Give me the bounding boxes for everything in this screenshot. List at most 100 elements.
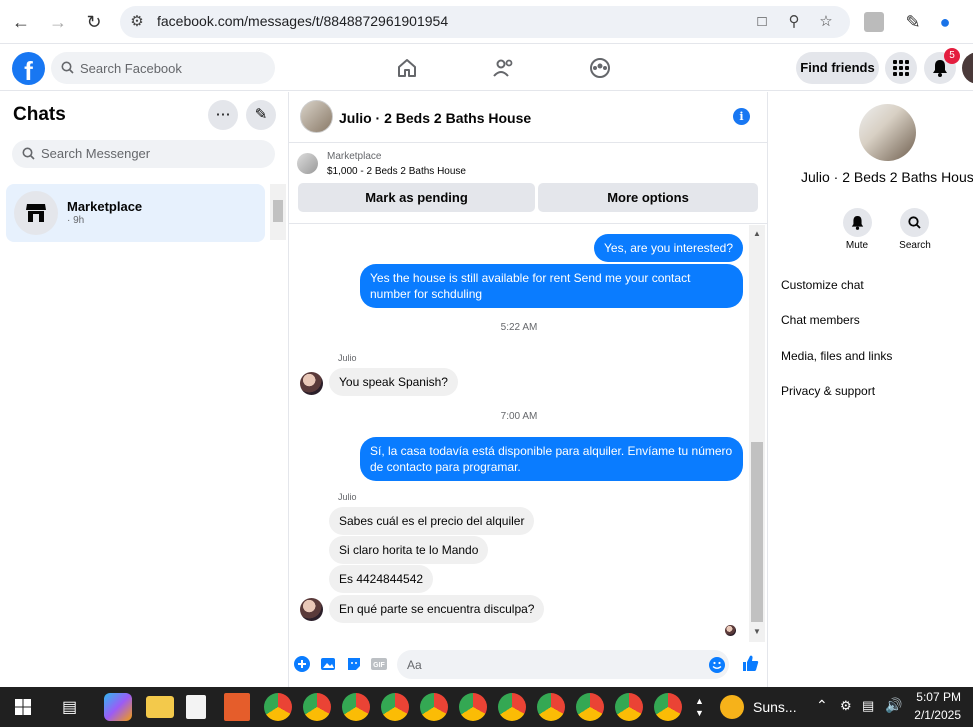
- sender-avatar[interactable]: [300, 372, 323, 395]
- chrome-icon[interactable]: [498, 693, 526, 721]
- install-app-icon[interactable]: □: [753, 13, 771, 31]
- zoom-icon[interactable]: ⚲: [785, 13, 803, 31]
- system-tray-icon[interactable]: ⚙: [840, 698, 852, 714]
- windows-start-icon[interactable]: [15, 699, 31, 715]
- message-input[interactable]: Aa: [397, 650, 729, 679]
- chat-list-scrollbar[interactable]: [270, 184, 286, 240]
- volume-icon[interactable]: 🔊: [885, 697, 902, 714]
- chrome-icon[interactable]: [576, 693, 604, 721]
- notification-badge: 5: [944, 48, 960, 64]
- search-in-conversation-button[interactable]: [900, 208, 929, 237]
- weather-text[interactable]: Suns...: [753, 699, 797, 715]
- chrome-icon[interactable]: [264, 693, 292, 721]
- profile-avatar[interactable]: [962, 52, 973, 84]
- conversation-large-avatar[interactable]: [859, 104, 916, 161]
- listing-price-title[interactable]: $1,000 - 2 Beds 2 Baths House: [327, 166, 466, 177]
- chrome-icon[interactable]: [459, 693, 487, 721]
- windows-taskbar: ▤ ▲ ▼ Suns... ⌃ ⚙ ▤ 🔊 5:07 PM 2/1/2025: [0, 687, 973, 727]
- facebook-search-placeholder: Search Facebook: [80, 61, 182, 76]
- scrollbar-thumb[interactable]: [273, 200, 283, 222]
- thumbs-up-icon[interactable]: [741, 654, 759, 672]
- mark-as-pending-button[interactable]: Mark as pending: [298, 183, 535, 212]
- account-icon[interactable]: ●: [933, 10, 957, 34]
- emoji-icon[interactable]: [709, 657, 725, 673]
- copilot-icon[interactable]: [104, 693, 132, 721]
- search-icon: [61, 61, 74, 74]
- message-outgoing: Yes, are you interested?: [594, 234, 743, 262]
- extensions-icon[interactable]: ✎: [901, 10, 925, 34]
- new-message-button[interactable]: ✎: [246, 100, 276, 130]
- facebook-navbar: f Search Facebook Find friends: [0, 45, 973, 91]
- menu-privacy-support[interactable]: Privacy & support: [781, 384, 875, 398]
- menu-media-files-links[interactable]: Media, files and links: [781, 349, 892, 363]
- timestamp-separator: 5:22 AM: [500, 322, 538, 333]
- network-icon[interactable]: ▤: [862, 698, 874, 714]
- search-icon: [908, 216, 921, 229]
- taskbar-clock-time[interactable]: 5:07 PM: [915, 690, 961, 704]
- listing-thumbnail[interactable]: [297, 153, 318, 174]
- photo-icon[interactable]: [320, 656, 336, 672]
- scroll-down-icon[interactable]: ▼: [753, 627, 761, 636]
- conversation-title[interactable]: Julio · 2 Beds 2 Baths House: [339, 110, 531, 126]
- facebook-search-input[interactable]: Search Facebook: [51, 52, 275, 84]
- gif-icon[interactable]: GIF: [371, 656, 387, 672]
- sticker-icon[interactable]: [346, 656, 362, 672]
- menu-chat-members[interactable]: Chat members: [781, 313, 860, 327]
- notepad-icon[interactable]: [186, 695, 206, 719]
- search-icon: [22, 147, 35, 160]
- plus-circle-icon[interactable]: [294, 656, 310, 672]
- profile-extension-icon[interactable]: [864, 12, 884, 32]
- find-friends-button[interactable]: Find friends: [796, 52, 879, 84]
- conversation-avatar[interactable]: [300, 100, 333, 133]
- task-view-icon[interactable]: ▤: [62, 697, 77, 717]
- chat-list-item[interactable]: Marketplace · 9h: [6, 184, 265, 242]
- facebook-logo-icon[interactable]: f: [12, 52, 45, 85]
- info-icon[interactable]: i: [733, 108, 750, 125]
- friends-icon[interactable]: [492, 56, 516, 80]
- chrome-icon[interactable]: [654, 693, 682, 721]
- chrome-icon[interactable]: [420, 693, 448, 721]
- weather-sun-icon[interactable]: [720, 695, 744, 719]
- bookmark-star-icon[interactable]: ☆: [817, 13, 835, 31]
- address-bar[interactable]: ⚙ facebook.com/messages/t/88488729619019…: [120, 6, 850, 38]
- message-outgoing: Sí, la casa todavía está disponible para…: [360, 437, 743, 481]
- home-icon[interactable]: [395, 56, 419, 80]
- chat-options-button[interactable]: ⋯: [208, 100, 238, 130]
- thread-scrollbar[interactable]: ▲ ▼: [749, 225, 765, 642]
- file-explorer-icon[interactable]: [146, 696, 174, 718]
- more-dots-icon: ⋯: [215, 106, 231, 123]
- timestamp-separator: 7:00 AM: [500, 411, 538, 422]
- back-icon[interactable]: ←: [9, 10, 33, 34]
- chrome-icon[interactable]: [381, 693, 409, 721]
- chrome-icon[interactable]: [303, 693, 331, 721]
- chat-item-name: Marketplace: [67, 199, 143, 214]
- site-settings-icon[interactable]: ⚙: [128, 13, 146, 31]
- chrome-icon[interactable]: [615, 693, 643, 721]
- mute-button[interactable]: [843, 208, 872, 237]
- pinned-app-icon[interactable]: [224, 693, 250, 721]
- forward-icon[interactable]: →: [46, 10, 70, 34]
- message-thread: Yes, are you interested? Yes the house i…: [289, 225, 768, 642]
- show-hidden-icons-chevron[interactable]: ⌃: [816, 697, 828, 714]
- bell-icon: [851, 216, 864, 230]
- more-options-button[interactable]: More options: [538, 183, 758, 212]
- taskbar-overflow-icon[interactable]: ▲ ▼: [695, 695, 704, 719]
- messenger-search-input[interactable]: Search Messenger: [12, 140, 275, 168]
- chrome-icon[interactable]: [537, 693, 565, 721]
- scroll-up-icon[interactable]: ▲: [753, 229, 761, 238]
- url-text[interactable]: facebook.com/messages/t/8848872961901954: [157, 13, 448, 29]
- taskbar-clock-date[interactable]: 2/1/2025: [909, 708, 961, 722]
- conversation-header: Julio · 2 Beds 2 Baths House i: [289, 92, 768, 143]
- chats-title: Chats: [13, 104, 66, 125]
- menu-grid-button[interactable]: [885, 52, 917, 84]
- menu-customize-chat[interactable]: Customize chat: [781, 278, 864, 292]
- groups-icon[interactable]: [588, 56, 612, 80]
- scrollbar-thumb[interactable]: [751, 442, 763, 622]
- chat-item-time: · 9h: [67, 215, 85, 226]
- sender-avatar[interactable]: [300, 598, 323, 621]
- chrome-icon[interactable]: [342, 693, 370, 721]
- message-outgoing: Yes the house is still available for ren…: [360, 264, 743, 308]
- message-incoming: Sabes cuál es el precio del alquiler: [329, 507, 535, 535]
- reload-icon[interactable]: ↻: [82, 10, 106, 34]
- message-input-placeholder: Aa: [407, 658, 422, 672]
